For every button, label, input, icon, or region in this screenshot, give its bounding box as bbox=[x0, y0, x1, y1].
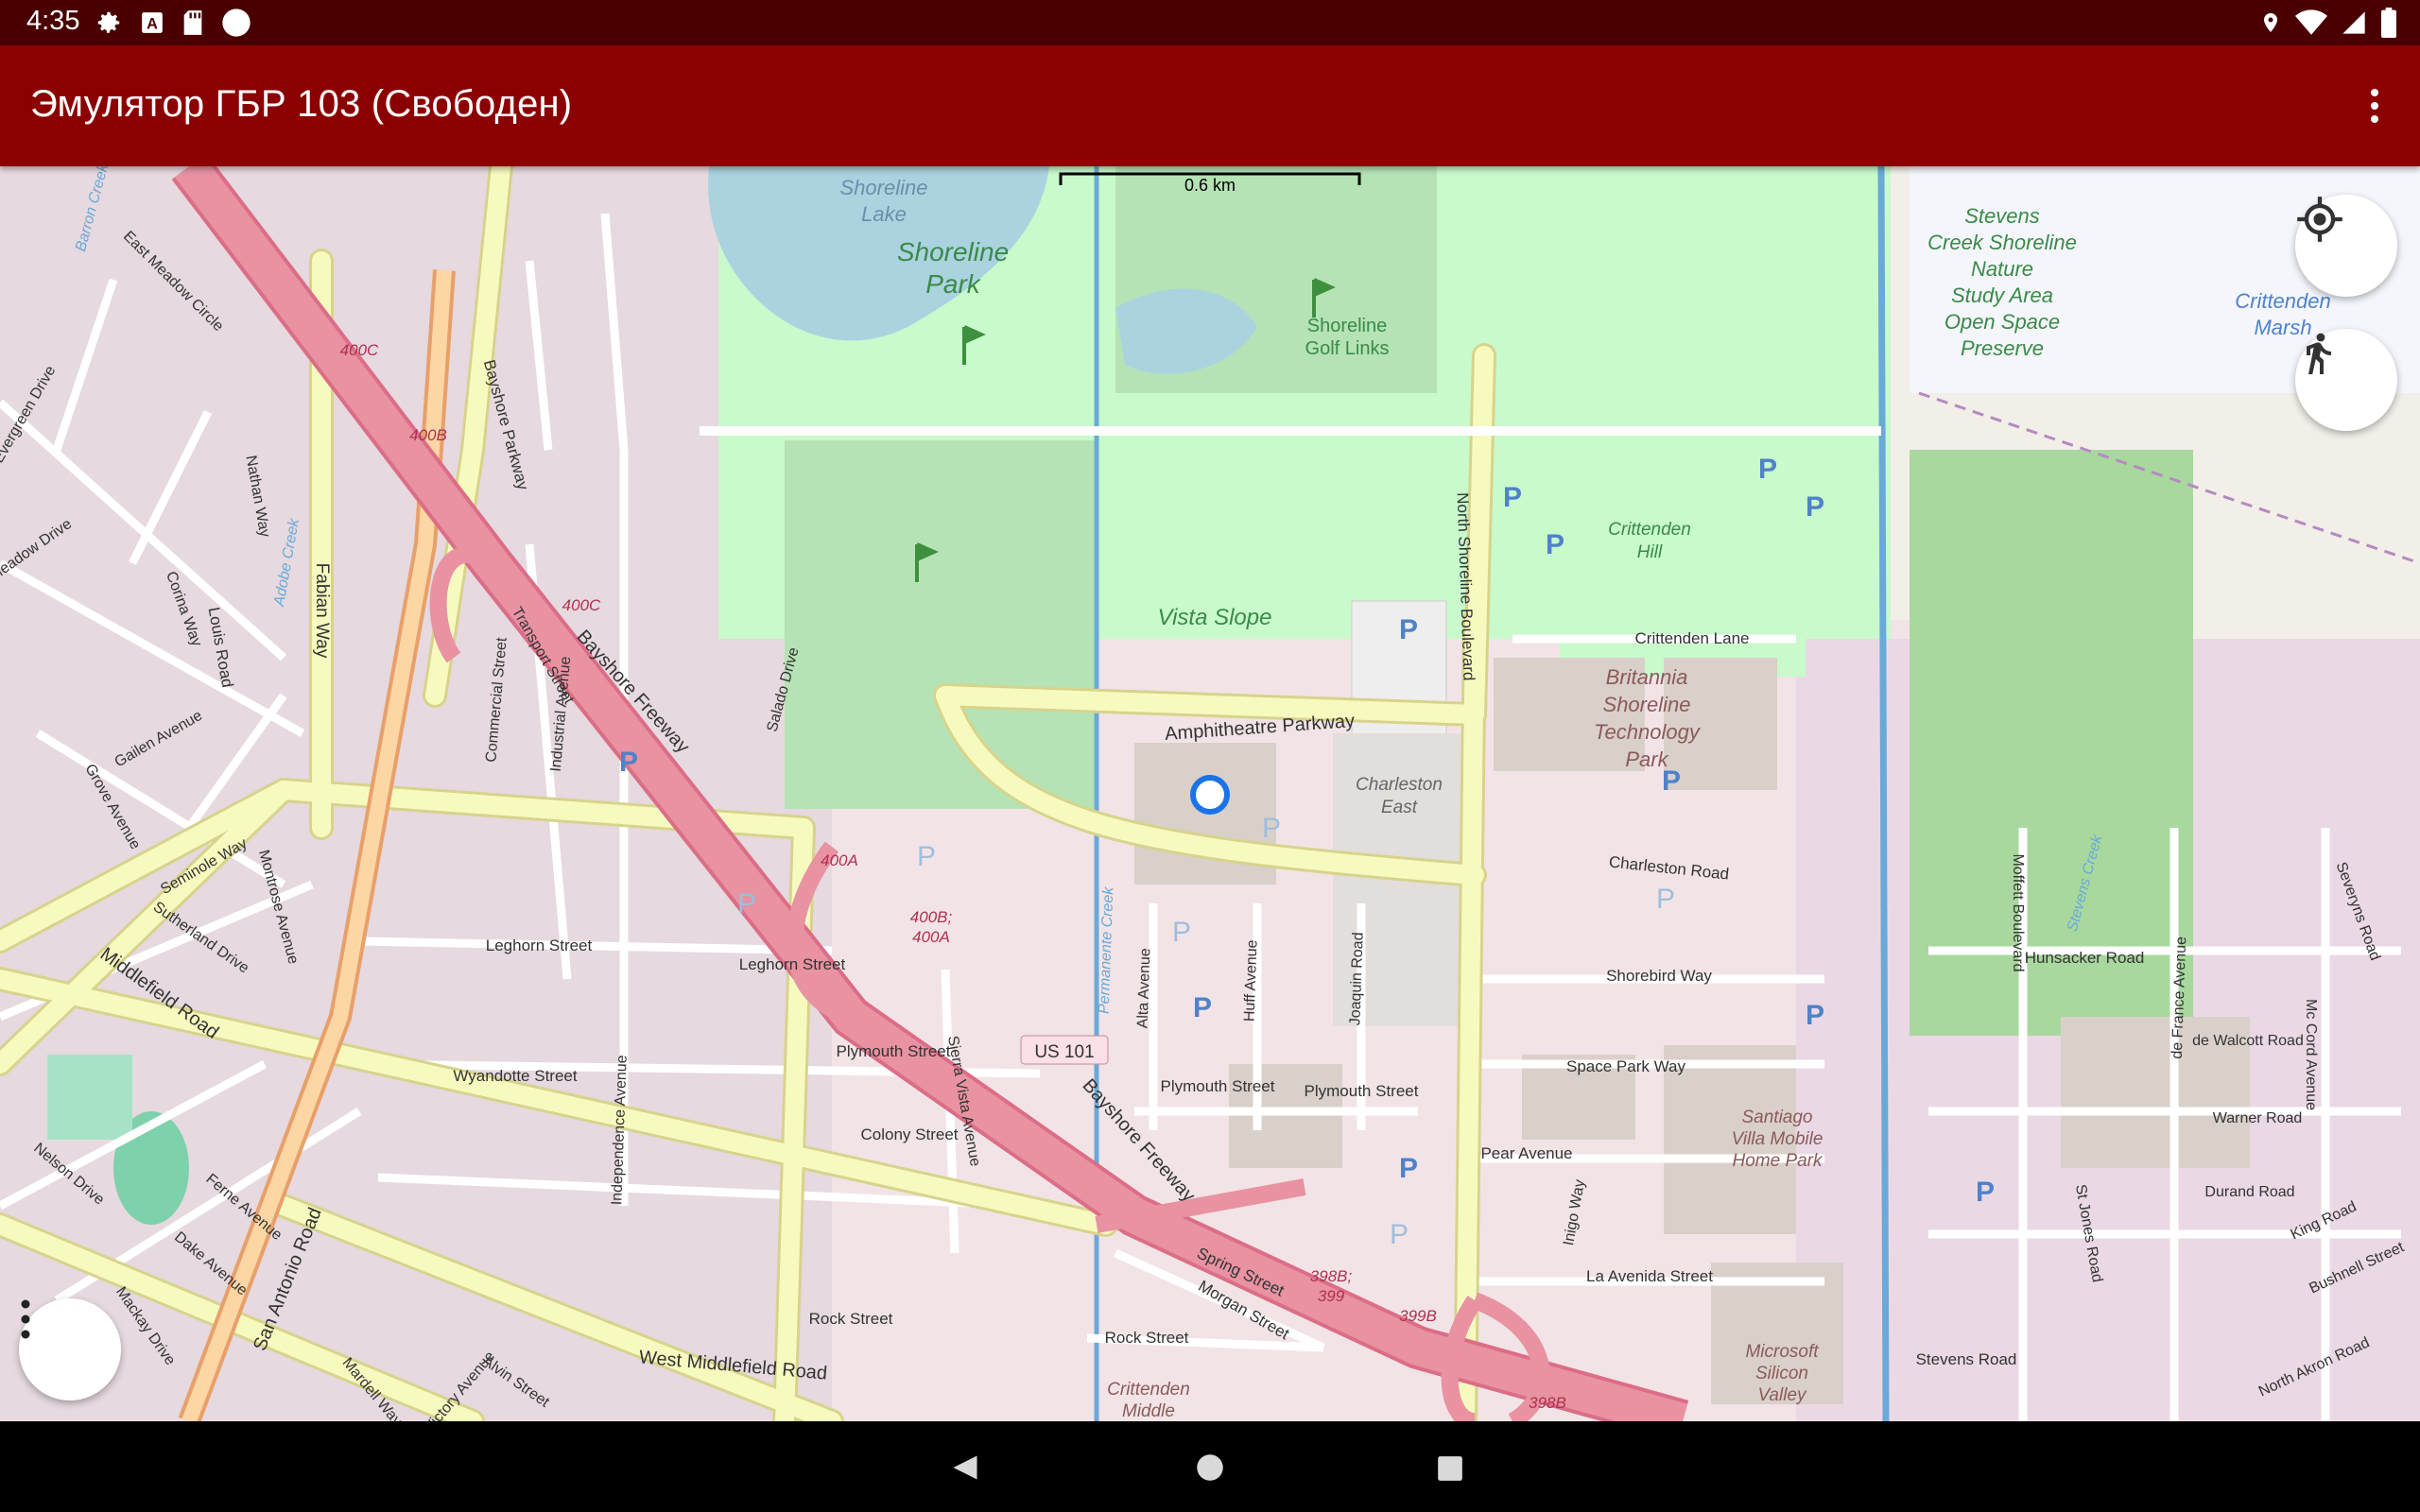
label-shorebird-way: Shorebird Way bbox=[1606, 967, 1712, 985]
label-leghorn-street-1: Leghorn Street bbox=[486, 936, 593, 954]
location-pin-icon bbox=[2264, 13, 2277, 32]
label-vista-slope: Vista Slope bbox=[1158, 605, 1272, 630]
label-rock-street-1: Rock Street bbox=[809, 1310, 893, 1328]
status-bar: 4:35 A bbox=[0, 0, 2420, 45]
label-pear-avenue: Pear Avenue bbox=[1480, 1144, 1572, 1162]
label-plymouth-street-1: Plymouth Street bbox=[837, 1042, 951, 1060]
label-exit-398b: 398B bbox=[1529, 1394, 1566, 1412]
label-warner-road: Warner Road bbox=[2213, 1110, 2303, 1126]
walking-person-icon bbox=[2307, 333, 2331, 374]
label-exit-400c-2: 400C bbox=[562, 596, 601, 614]
label-exit-400c-1: 400C bbox=[340, 341, 379, 359]
overflow-menu-button[interactable] bbox=[2344, 76, 2405, 136]
svg-text:P: P bbox=[1399, 614, 1418, 645]
svg-text:P: P bbox=[1262, 813, 1281, 844]
label-wyandotte-street: Wyandotte Street bbox=[453, 1067, 577, 1085]
svg-text:P: P bbox=[737, 888, 756, 919]
svg-text:P: P bbox=[1806, 1000, 1824, 1031]
wifi-icon bbox=[2295, 9, 2327, 35]
label-alta-avenue: Alta Avenue bbox=[1135, 948, 1154, 1029]
svg-text:P: P bbox=[1503, 482, 1522, 513]
svg-text:P: P bbox=[1172, 917, 1191, 948]
back-triangle-icon[interactable] bbox=[951, 1453, 979, 1482]
walk-mode-button[interactable] bbox=[2295, 329, 2397, 431]
svg-text:P: P bbox=[1976, 1177, 1995, 1208]
svg-text:P: P bbox=[1193, 992, 1212, 1023]
label-mc-cord: Mc Cord Avenue bbox=[2303, 999, 2319, 1110]
system-nav-bar bbox=[0, 1421, 2420, 1512]
app-title: Эмулятор ГБР 103 (Свободен) bbox=[30, 83, 573, 125]
locate-me-button[interactable] bbox=[2295, 195, 2397, 297]
more-vert-icon bbox=[2371, 89, 2378, 123]
label-huff-avenue: Huff Avenue bbox=[1241, 939, 1260, 1022]
more-vert-icon bbox=[21, 1299, 30, 1339]
label-crittenden-lane: Crittenden Lane bbox=[1635, 629, 1750, 647]
label-la-avenida: La Avenida Street bbox=[1586, 1267, 1713, 1285]
svg-text:P: P bbox=[1758, 454, 1777, 485]
svg-text:P: P bbox=[1546, 529, 1564, 560]
label-space-park-way: Space Park Way bbox=[1566, 1057, 1685, 1075]
a-box-icon: A bbox=[142, 12, 163, 33]
label-stevens-road: Stevens Road bbox=[1916, 1350, 2017, 1368]
stevens-creek bbox=[1877, 166, 1890, 1421]
label-rock-street-2: Rock Street bbox=[1105, 1329, 1189, 1347]
signal-icon bbox=[2342, 11, 2365, 34]
svg-text:P: P bbox=[619, 747, 638, 778]
battery-icon bbox=[2381, 8, 2396, 38]
sd-card-icon bbox=[183, 10, 202, 35]
svg-text:P: P bbox=[1656, 884, 1675, 915]
status-time: 4:35 bbox=[26, 6, 80, 36]
label-hunsacker-road: Hunsacker Road bbox=[2025, 949, 2145, 967]
svg-text:P: P bbox=[1390, 1219, 1409, 1250]
label-walcott-road: de Walcott Road bbox=[2192, 1033, 2304, 1049]
label-exit-399b: 399B bbox=[1399, 1307, 1437, 1325]
gear-icon bbox=[97, 11, 120, 33]
label-colony-street: Colony Street bbox=[861, 1125, 959, 1143]
recents-square-icon[interactable] bbox=[1437, 1455, 1463, 1482]
svg-text:P: P bbox=[917, 841, 936, 872]
label-exit-400b-1: 400B bbox=[409, 426, 447, 444]
label-fabian-way: Fabian Way bbox=[312, 563, 332, 659]
school-area bbox=[47, 1055, 132, 1140]
current-location-marker bbox=[1190, 775, 1230, 815]
map-canvas: PPP PPP PPP PP PPP PPP Shoreline Lake Sho… bbox=[0, 166, 2420, 1421]
label-exit-400a: 400A bbox=[821, 851, 858, 869]
gps-fixed-icon bbox=[2297, 197, 2342, 242]
home-circle-icon[interactable] bbox=[1196, 1453, 1224, 1482]
label-plymouth-street-2: Plymouth Street bbox=[1161, 1077, 1275, 1095]
app-bar: Эмулятор ГБР 103 (Свободен) bbox=[0, 45, 2420, 166]
label-leghorn-street-2: Leghorn Street bbox=[739, 955, 846, 973]
label-plymouth-street-3: Plymouth Street bbox=[1305, 1082, 1419, 1100]
golf-area-south bbox=[785, 440, 1097, 809]
circle-icon bbox=[222, 9, 251, 37]
label-santiago: Santiago Villa Mobile Home Park bbox=[1732, 1108, 1824, 1171]
map-view[interactable]: PPP PPP PPP PP PPP PPP Shoreline Lake Sho… bbox=[0, 166, 2420, 1421]
svg-text:P: P bbox=[1399, 1153, 1418, 1184]
svg-text:A: A bbox=[147, 16, 158, 33]
label-moffett-boulevard: Moffett Boulevard bbox=[2010, 853, 2026, 971]
label-durand-road: Durand Road bbox=[2204, 1184, 2294, 1200]
label-us101: US 101 bbox=[1034, 1042, 1094, 1062]
svg-text:P: P bbox=[1806, 491, 1824, 523]
label-joaquin-road: Joaquin Road bbox=[1347, 932, 1366, 1025]
map-more-button[interactable] bbox=[19, 1298, 121, 1400]
scale-bar-label: 0.6 km bbox=[1184, 176, 1236, 195]
